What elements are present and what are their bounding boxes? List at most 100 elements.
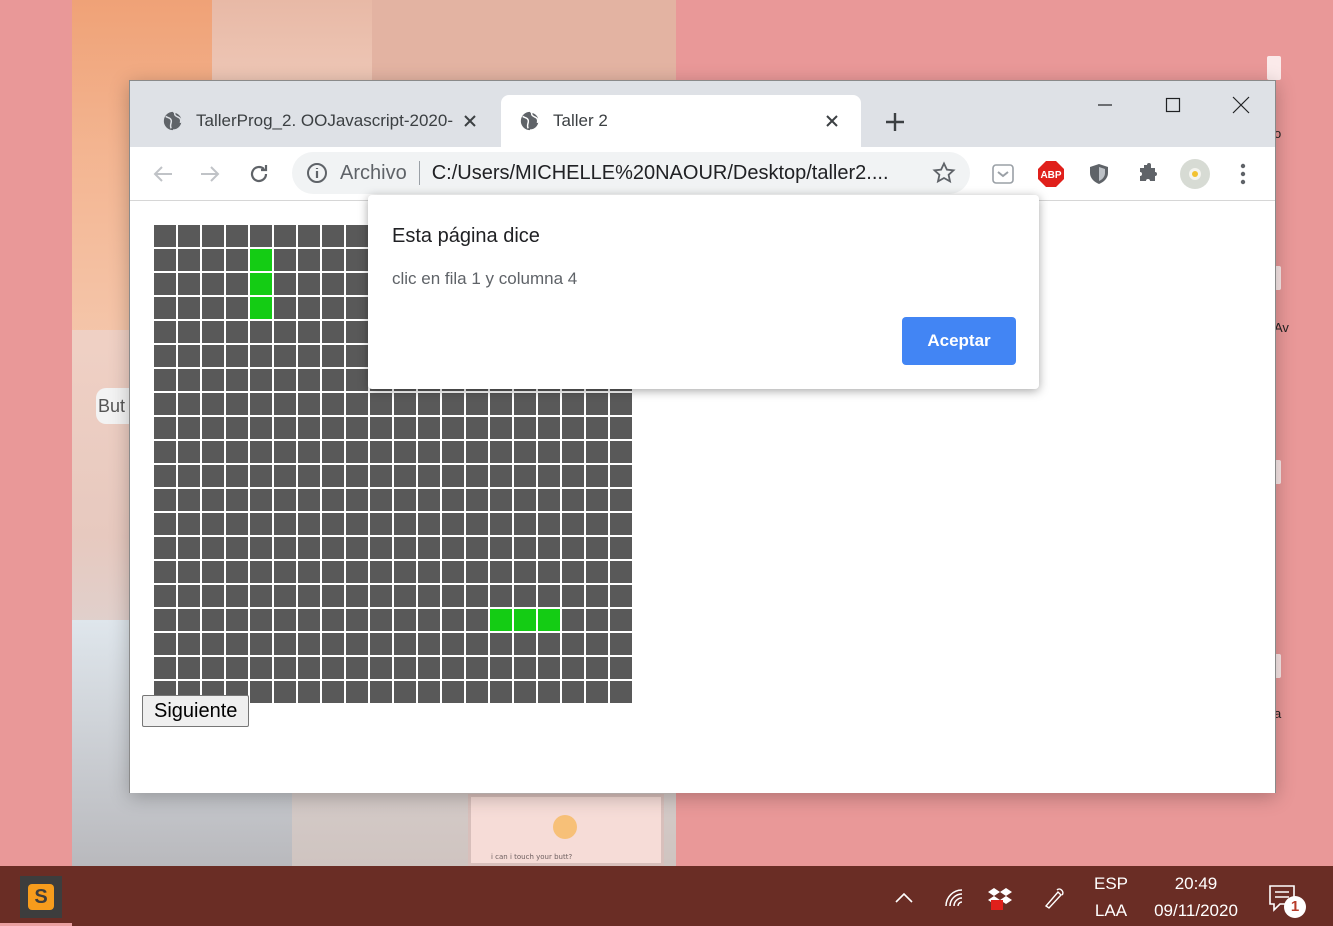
grid-cell[interactable] — [370, 681, 392, 703]
info-icon[interactable] — [306, 162, 328, 184]
profile-button[interactable] — [1180, 159, 1210, 189]
grid-cell[interactable] — [466, 489, 488, 511]
grid-cell[interactable] — [418, 561, 440, 583]
grid-cell[interactable] — [298, 609, 320, 631]
grid-cell[interactable] — [226, 489, 248, 511]
grid-cell[interactable] — [322, 369, 344, 391]
grid-cell[interactable] — [610, 465, 632, 487]
grid-cell[interactable] — [298, 369, 320, 391]
grid-cell[interactable] — [322, 585, 344, 607]
grid-cell[interactable] — [394, 657, 416, 679]
grid-cell[interactable] — [298, 273, 320, 295]
grid-cell[interactable] — [178, 417, 200, 439]
grid-cell[interactable] — [226, 609, 248, 631]
grid-cell[interactable] — [202, 537, 224, 559]
grid-cell[interactable] — [298, 417, 320, 439]
grid-cell[interactable] — [586, 441, 608, 463]
grid-cell[interactable] — [514, 513, 536, 535]
grid-cell[interactable] — [586, 609, 608, 631]
grid-cell[interactable] — [298, 537, 320, 559]
address-bar[interactable]: Archivo C:/Users/MICHELLE%20NAOUR/Deskto… — [292, 152, 970, 194]
grid-cell[interactable] — [298, 513, 320, 535]
grid-cell[interactable] — [202, 345, 224, 367]
tab-tallerprog[interactable]: TallerProg_2. OOJavascript-2020- — [144, 95, 499, 147]
grid-cell[interactable] — [274, 273, 296, 295]
grid-cell[interactable] — [154, 393, 176, 415]
grid-cell[interactable] — [274, 321, 296, 343]
grid-cell[interactable] — [274, 249, 296, 271]
grid-cell[interactable] — [322, 561, 344, 583]
security-chip[interactable]: Archivo — [340, 162, 407, 185]
grid-cell[interactable] — [322, 681, 344, 703]
grid-cell[interactable] — [274, 441, 296, 463]
grid-cell[interactable] — [250, 489, 272, 511]
grid-cell[interactable] — [322, 225, 344, 247]
grid-cell[interactable] — [466, 681, 488, 703]
grid-cell[interactable] — [274, 585, 296, 607]
grid-cell[interactable] — [346, 513, 368, 535]
grid-cell[interactable] — [154, 585, 176, 607]
grid-cell[interactable] — [226, 249, 248, 271]
grid-cell[interactable] — [562, 465, 584, 487]
grid-cell[interactable] — [466, 441, 488, 463]
grid-cell[interactable] — [610, 681, 632, 703]
grid-cell[interactable] — [514, 561, 536, 583]
grid-cell[interactable] — [418, 489, 440, 511]
grid-cell[interactable] — [586, 393, 608, 415]
grid-cell[interactable] — [610, 657, 632, 679]
grid-cell[interactable] — [442, 417, 464, 439]
grid-cell[interactable] — [274, 345, 296, 367]
grid-cell[interactable] — [322, 441, 344, 463]
grid-cell[interactable] — [322, 609, 344, 631]
grid-cell[interactable] — [202, 441, 224, 463]
grid-cell[interactable] — [346, 633, 368, 655]
grid-cell[interactable] — [202, 561, 224, 583]
grid-cell[interactable] — [610, 393, 632, 415]
grid-cell[interactable] — [178, 585, 200, 607]
grid-cell[interactable] — [298, 297, 320, 319]
grid-cell[interactable] — [250, 345, 272, 367]
grid-cell[interactable] — [178, 609, 200, 631]
grid-cell[interactable] — [178, 345, 200, 367]
grid-cell[interactable] — [466, 657, 488, 679]
grid-cell[interactable] — [178, 393, 200, 415]
grid-cell[interactable] — [226, 393, 248, 415]
grid-cell[interactable] — [178, 249, 200, 271]
grid-cell[interactable] — [610, 417, 632, 439]
grid-cell[interactable] — [562, 489, 584, 511]
browser-menu-button[interactable] — [1228, 159, 1258, 189]
grid-cell[interactable] — [154, 633, 176, 655]
close-window-button[interactable] — [1218, 87, 1264, 123]
grid-cell[interactable] — [274, 561, 296, 583]
grid-cell[interactable] — [274, 417, 296, 439]
grid-cell[interactable] — [322, 417, 344, 439]
grid-cell[interactable] — [538, 537, 560, 559]
grid-cell[interactable] — [250, 321, 272, 343]
grid-cell[interactable] — [442, 633, 464, 655]
grid-cell[interactable] — [226, 369, 248, 391]
grid-cell[interactable] — [202, 393, 224, 415]
grid-cell[interactable] — [346, 681, 368, 703]
grid-cell[interactable] — [250, 681, 272, 703]
grid-cell[interactable] — [514, 585, 536, 607]
grid-cell[interactable] — [586, 417, 608, 439]
grid-cell[interactable] — [610, 609, 632, 631]
grid-cell[interactable] — [274, 225, 296, 247]
dropbox-tray-button[interactable] — [986, 884, 1014, 912]
grid-cell[interactable] — [202, 465, 224, 487]
grid-cell[interactable] — [226, 537, 248, 559]
grid-cell[interactable] — [250, 609, 272, 631]
grid-cell[interactable] — [322, 273, 344, 295]
grid-cell[interactable] — [346, 393, 368, 415]
grid-cell[interactable] — [442, 441, 464, 463]
grid-cell[interactable] — [586, 537, 608, 559]
grid-cell[interactable] — [226, 345, 248, 367]
grid-cell[interactable] — [610, 489, 632, 511]
grid-cell[interactable] — [250, 225, 272, 247]
grid-cell[interactable] — [298, 585, 320, 607]
grid-cell[interactable] — [226, 321, 248, 343]
grid-cell[interactable] — [202, 369, 224, 391]
grid-cell[interactable] — [562, 633, 584, 655]
grid-cell[interactable] — [250, 393, 272, 415]
grid-cell[interactable] — [442, 609, 464, 631]
